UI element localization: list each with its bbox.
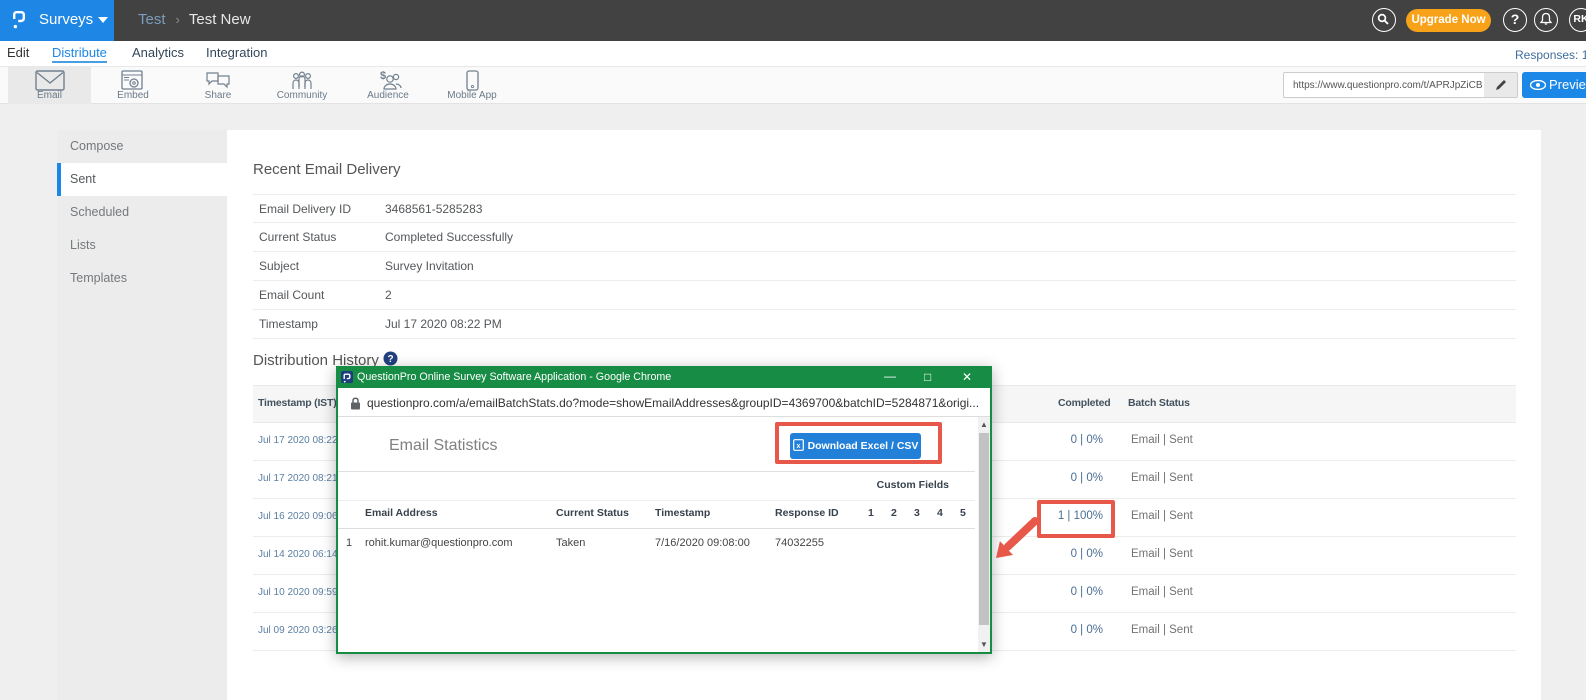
svg-text:$: $ [380,70,386,82]
svg-text:?: ? [387,354,393,365]
